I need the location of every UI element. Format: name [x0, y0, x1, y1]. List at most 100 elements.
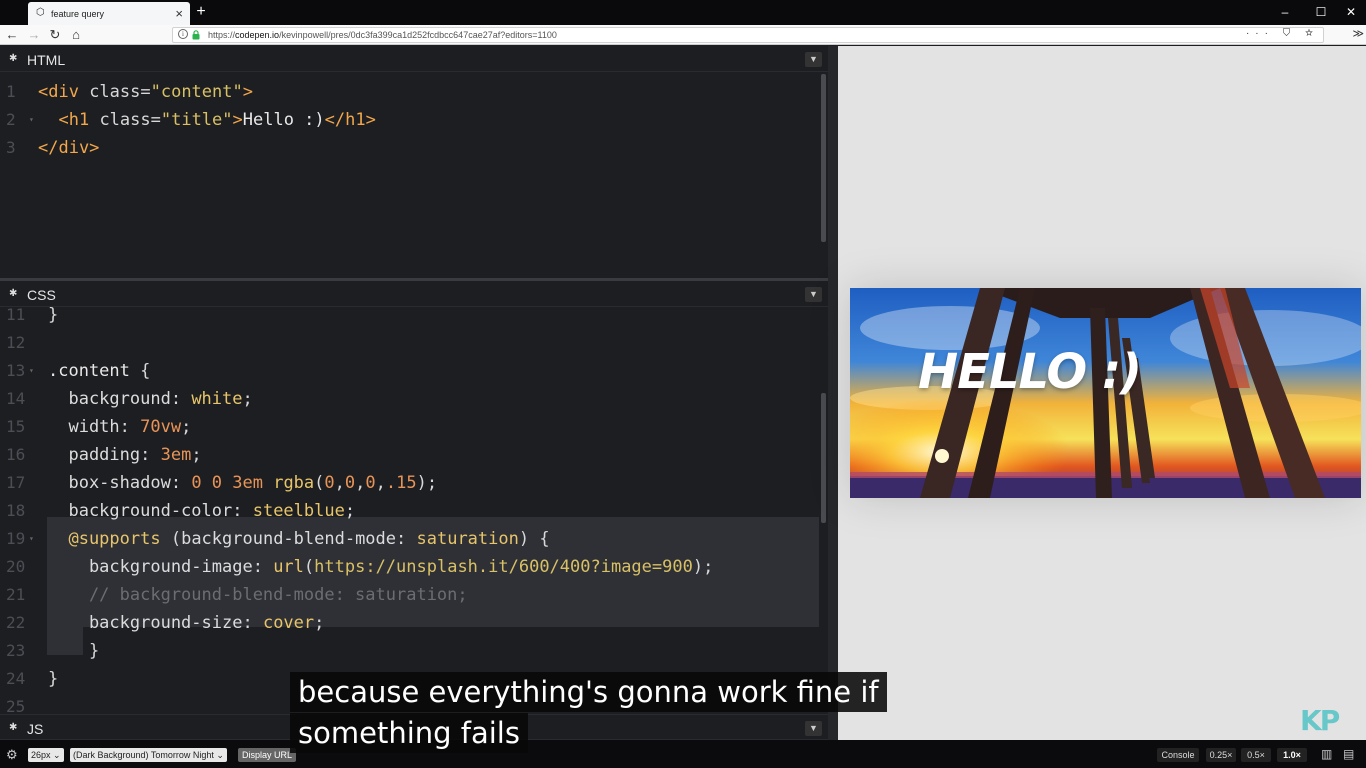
code-line[interactable]: 18 background-color: steelblue; [0, 497, 820, 525]
code-line[interactable]: 1 <div class="content"> [0, 78, 820, 106]
js-pane-title: JS [27, 721, 44, 737]
code-token: , [334, 473, 345, 493]
code-token: <h1 [58, 110, 100, 130]
gear-icon[interactable]: ✱ [9, 722, 17, 733]
code-text: @supports (background-blend-mode: satura… [48, 525, 549, 553]
zoom-025-button[interactable]: 0.25× [1206, 748, 1236, 762]
code-token: background-size [48, 613, 243, 633]
code-line[interactable]: 3 </div> [0, 134, 820, 162]
browser-tab-bar: ⬡ feature query × + – ☐ ✕ [0, 0, 1366, 25]
editor-panes: ✱ HTML ▼ 1 <div class="content"> 2 ▾ <h1 cl… [0, 46, 838, 740]
code-line[interactable]: 22 background-size: cover; [0, 609, 820, 637]
code-token: : [170, 389, 192, 409]
line-number: 22 [6, 613, 26, 632]
line-number: 20 [6, 557, 26, 576]
code-line[interactable]: 16 padding: 3em; [0, 441, 820, 469]
code-token: steelblue [252, 501, 345, 521]
code-text: background-image: url(https://unsplash.i… [48, 553, 713, 581]
gear-icon[interactable]: ✱ [9, 288, 17, 299]
code-token: padding [48, 445, 141, 465]
code-token: { [140, 361, 151, 381]
gear-icon[interactable]: ✱ [9, 53, 17, 64]
html-pane-title: HTML [27, 52, 66, 68]
chevron-down-icon[interactable]: ▼ [805, 287, 822, 302]
zoom-05-button[interactable]: 0.5× [1241, 748, 1271, 762]
code-line[interactable]: 14 background: white; [0, 385, 820, 413]
theme-value: (Dark Background) Tomorrow Night [73, 750, 214, 760]
browser-tab[interactable]: ⬡ feature query × [28, 2, 190, 25]
fold-arrow-icon[interactable]: ▾ [29, 357, 34, 385]
code-token: ; [191, 445, 202, 465]
page-actions[interactable]: ··· ⛉ ☆ [1246, 28, 1319, 39]
font-size-value: 26px [31, 750, 51, 760]
settings-gear-icon[interactable]: ⚙ [6, 747, 18, 763]
code-text: background-color: steelblue; [48, 497, 355, 525]
layout-icon[interactable]: ▥ [1321, 747, 1332, 761]
new-tab-icon[interactable]: + [192, 2, 210, 22]
code-token: width [48, 417, 120, 437]
font-size-select[interactable]: 26px ⌄ [28, 748, 64, 762]
code-text: <div class="content"> [38, 78, 253, 106]
css-scrollbar[interactable] [821, 393, 826, 523]
code-line[interactable]: 13 ▾ .content { [0, 357, 820, 385]
code-token: ( [314, 473, 325, 493]
console-button[interactable]: Console [1157, 748, 1199, 762]
browser-nav-bar: ← → ↻ ⌂ i https://codepen.io/kevinpowell… [0, 25, 1366, 45]
display-url-button[interactable]: Display URL [238, 748, 297, 762]
minimize-icon[interactable]: – [1270, 3, 1300, 21]
line-number: 15 [6, 417, 26, 436]
forward-icon[interactable]: → [25, 26, 43, 44]
tab-title: feature query [51, 9, 105, 19]
code-line[interactable]: 15 width: 70vw; [0, 413, 820, 441]
line-number: 11 [6, 307, 26, 324]
code-token: background-blend-mode [181, 529, 397, 549]
code-line[interactable]: 11} [0, 307, 820, 329]
extensions-icon[interactable]: ≫ [1352, 27, 1364, 40]
code-line[interactable]: 23 } [0, 637, 820, 665]
chevron-down-icon[interactable]: ▼ [805, 52, 822, 67]
fold-arrow-icon[interactable]: ▾ [29, 106, 34, 134]
chevron-down-icon[interactable]: ▼ [805, 721, 822, 736]
html-scrollbar[interactable] [821, 74, 826, 242]
line-number: 21 [6, 585, 26, 604]
code-token: } [48, 641, 100, 661]
maximize-icon[interactable]: ☐ [1306, 3, 1336, 21]
code-token: : [140, 445, 161, 465]
code-line[interactable]: 21 // background-blend-mode: saturation; [0, 581, 820, 609]
fold-arrow-icon[interactable]: ▾ [29, 525, 34, 553]
layout-alt-icon[interactable]: ▤ [1343, 747, 1354, 761]
code-line[interactable]: 2 ▾ <h1 class="title">Hello :)</h1> [0, 106, 820, 134]
code-token: , [355, 473, 366, 493]
back-icon[interactable]: ← [3, 26, 21, 44]
code-line[interactable]: 19 ▾ @supports (background-blend-mode: sa… [0, 525, 820, 553]
close-tab-icon[interactable]: × [175, 6, 183, 21]
home-icon[interactable]: ⌂ [67, 26, 85, 44]
code-line[interactable]: 12 [0, 329, 820, 357]
info-icon[interactable]: i [178, 29, 188, 39]
url-bar[interactable]: i https://codepen.io/kevinpowell/pres/0d… [172, 27, 1324, 43]
code-token: : [396, 529, 417, 549]
code-text: </div> [38, 134, 99, 162]
css-editor[interactable]: 11} 12 13 ▾ .content {14 background: white; 1… [0, 307, 828, 713]
line-number: 1 [6, 82, 16, 101]
line-number: 24 [6, 669, 26, 688]
code-line[interactable]: 17 box-shadow: 0 0 3em rgba(0,0,0,.15); [0, 469, 820, 497]
code-token: ); [692, 557, 714, 577]
html-editor[interactable]: 1 <div class="content"> 2 ▾ <h1 class="titl… [0, 72, 828, 278]
code-token: ; [242, 389, 253, 409]
code-token: "title" [160, 110, 233, 130]
content-card: HELLO :) [850, 288, 1361, 498]
editor-preview-resizer[interactable] [828, 46, 838, 740]
code-line[interactable]: 20 background-image: url(https://unsplas… [0, 553, 820, 581]
theme-select[interactable]: (Dark Background) Tomorrow Night ⌄ [70, 748, 227, 762]
code-text: width: 70vw; [48, 413, 191, 441]
code-token: 0 0 3em [191, 473, 274, 493]
code-text: } [48, 665, 58, 693]
code-token: .content [48, 361, 141, 381]
code-token: class= [89, 82, 151, 102]
reload-icon[interactable]: ↻ [46, 26, 64, 44]
close-window-icon[interactable]: ✕ [1336, 3, 1366, 21]
line-number: 14 [6, 389, 26, 408]
code-token: Hello :) [242, 110, 325, 130]
zoom-1-button[interactable]: 1.0× [1277, 748, 1307, 762]
